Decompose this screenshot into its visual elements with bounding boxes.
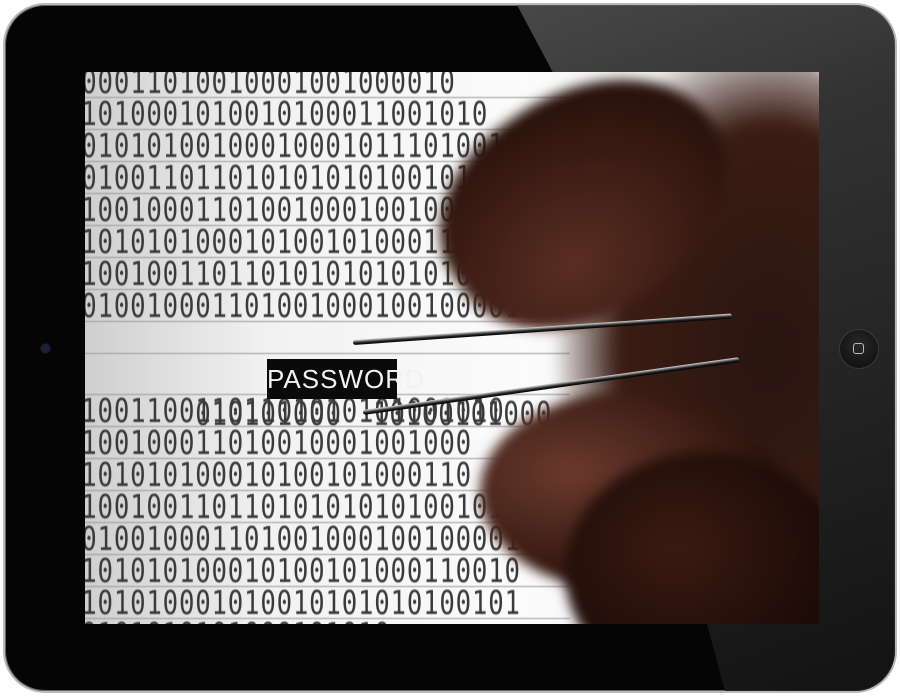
camera-icon (41, 344, 50, 353)
binary-row: 00101010101000101010 (85, 618, 570, 624)
binary-row (85, 322, 570, 354)
password-label: PASSWORD (267, 359, 424, 399)
home-button[interactable] (839, 329, 879, 369)
home-square-icon (853, 343, 864, 354)
tablet-screen: 000011010010001001000010 010100010100101… (85, 72, 819, 624)
tablet-device: 000011010010001001000010 010100010100101… (3, 3, 897, 693)
